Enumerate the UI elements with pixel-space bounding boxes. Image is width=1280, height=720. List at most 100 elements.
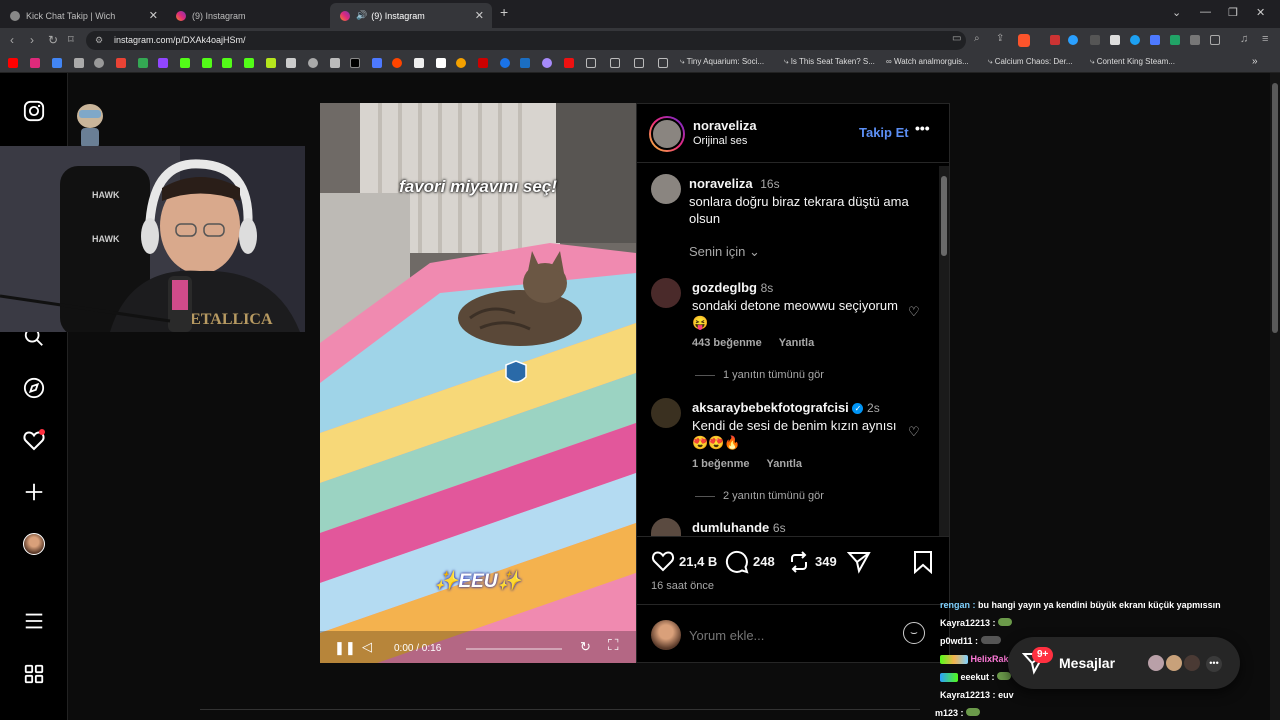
comment-input[interactable] [689, 624, 899, 646]
comment-username[interactable]: aksaraybebekfotografcisi [692, 400, 849, 415]
extension-icon[interactable] [1068, 35, 1078, 45]
scrollbar-thumb[interactable] [1272, 83, 1278, 333]
extension-icon[interactable] [1150, 35, 1160, 45]
youtube-icon[interactable] [8, 58, 18, 68]
view-replies-button[interactable]: 2 yanıtın tümünü gör [695, 490, 824, 502]
notifications-heart-icon[interactable] [22, 428, 46, 452]
bookmark-icon[interactable] [308, 58, 318, 68]
more-bookmarks-icon[interactable]: » [1252, 56, 1258, 67]
reddit-icon[interactable] [392, 58, 402, 68]
bookmark-link[interactable]: ⤷ Content King Steam... [1090, 57, 1175, 67]
fullscreen-icon[interactable]: ⛶ [608, 637, 619, 654]
bookmark-icon[interactable]: ⌑ [68, 33, 74, 46]
bookmark-icon[interactable] [414, 58, 424, 68]
bookmark-link[interactable]: ⤷ Tiny Aquarium: Soci... [680, 57, 764, 67]
bookmark-icon[interactable] [456, 58, 466, 68]
like-count[interactable]: 21,4 B [679, 554, 717, 569]
volume-icon[interactable]: ◁ [362, 639, 372, 655]
twitch-icon[interactable] [158, 58, 168, 68]
globe-icon[interactable] [94, 58, 104, 68]
share-count[interactable]: 349 [815, 554, 837, 569]
kick-icon[interactable] [202, 58, 212, 68]
folder-icon[interactable] [610, 58, 620, 68]
repost-icon[interactable] [787, 550, 811, 579]
kick-icon[interactable] [222, 58, 232, 68]
author-username[interactable]: noraveliza [693, 118, 757, 133]
forward-icon[interactable]: › [30, 33, 34, 47]
comments-scrollbar[interactable] [939, 166, 949, 536]
reel-video[interactable]: favori miyavını seç! ✨EEU✨ ❚❚ ◁ 0:00 / 0… [320, 103, 636, 663]
current-user-avatar[interactable] [651, 620, 681, 650]
bookmark-link[interactable]: ∞ Watch analmorguis... [886, 57, 969, 66]
folder-icon[interactable] [586, 58, 596, 68]
explore-icon[interactable] [22, 376, 46, 400]
caption-avatar[interactable] [651, 174, 681, 204]
profile-avatar[interactable] [22, 532, 46, 556]
reload-icon[interactable]: ↻ [48, 33, 58, 47]
create-plus-icon[interactable] [22, 480, 46, 504]
emoji-icon[interactable]: ⌣ [903, 622, 925, 644]
menu-icon[interactable]: ≡ [1262, 33, 1268, 45]
extensions-icon[interactable] [1210, 35, 1220, 45]
author-avatar[interactable] [649, 116, 685, 152]
bookmark-icon[interactable] [520, 58, 530, 68]
comment-likes[interactable]: 443 beğenme [692, 337, 762, 349]
anchor-icon[interactable] [286, 58, 296, 68]
close-icon[interactable]: ✕ [149, 9, 158, 22]
instagram-logo-icon[interactable] [22, 99, 46, 123]
site-info-icon[interactable]: ⚙ [95, 31, 103, 50]
extension-icon[interactable] [1110, 35, 1120, 45]
bookmark-link[interactable]: ⤷ Calcium Chaos: Der... [988, 57, 1073, 67]
like-icon[interactable] [651, 550, 675, 577]
comment-like-icon[interactable]: ♡ [908, 424, 920, 440]
folder-icon[interactable] [634, 58, 644, 68]
tab-instagram-2[interactable]: 🔊 (9) Instagram ✕ [330, 3, 492, 28]
page-scrollbar[interactable] [1270, 73, 1280, 720]
tab-search-icon[interactable]: ⌄ [1172, 6, 1181, 19]
kick-icon[interactable] [244, 58, 254, 68]
more-icon[interactable]: ••• [1206, 656, 1222, 672]
messages-button[interactable]: 9+ Mesajlar ••• [1008, 637, 1240, 689]
bookmark-link[interactable]: ⤷ Is This Seat Taken? S... [784, 57, 875, 67]
bookmark-icon[interactable] [478, 58, 488, 68]
bookmark-icon[interactable] [564, 58, 574, 68]
comment-icon[interactable] [725, 550, 749, 579]
bookmark-icon[interactable] [436, 58, 446, 68]
folder-icon[interactable] [658, 58, 668, 68]
audio-label[interactable]: Orijinal ses [693, 135, 747, 147]
drive-icon[interactable] [138, 58, 148, 68]
kick-icon[interactable] [180, 58, 190, 68]
pause-icon[interactable]: ❚❚ [334, 640, 356, 656]
comment-avatar[interactable] [651, 278, 681, 308]
caption-username[interactable]: noraveliza [689, 176, 753, 191]
extension-icon[interactable] [1090, 35, 1100, 45]
comment-username[interactable]: dumluhande [692, 520, 769, 535]
sort-dropdown[interactable]: Senin için ⌄ [689, 244, 760, 260]
minimize-button[interactable]: — [1200, 6, 1211, 18]
cast-icon[interactable]: ▭ [952, 33, 961, 44]
tab-instagram-1[interactable]: (9) Instagram [166, 3, 330, 28]
speaker-icon[interactable]: 🔊 [356, 10, 367, 21]
extension-icon[interactable] [1170, 35, 1180, 45]
comment-avatar[interactable] [651, 398, 681, 428]
url-field[interactable]: ⚙ instagram.com/p/DXAk4oajHSm/ [86, 31, 966, 50]
extension-icon[interactable] [1050, 35, 1060, 45]
media-icon[interactable]: ♫ [1240, 33, 1248, 45]
more-options-icon[interactable]: ••• [915, 120, 930, 136]
bookmark-icon[interactable] [500, 58, 510, 68]
view-replies-button[interactable]: 1 yanıtın tümünü gör [695, 369, 824, 381]
bookmark-icon[interactable] [330, 58, 340, 68]
reply-button[interactable]: Yanıtla [779, 337, 814, 349]
comments-scrollbar-thumb[interactable] [941, 176, 947, 256]
extension-icon[interactable] [1130, 35, 1140, 45]
close-icon[interactable]: ✕ [475, 9, 484, 22]
back-icon[interactable]: ‹ [10, 33, 14, 47]
send-icon[interactable] [846, 550, 871, 579]
more-menu-icon[interactable] [22, 609, 46, 633]
bookmark-icon[interactable] [372, 58, 382, 68]
comment-like-icon[interactable]: ♡ [908, 304, 920, 320]
instagram-icon[interactable] [30, 58, 40, 68]
bookmark-icon[interactable] [52, 58, 62, 68]
video-progress-track[interactable] [466, 648, 562, 650]
maximize-button[interactable]: ❐ [1228, 6, 1238, 19]
